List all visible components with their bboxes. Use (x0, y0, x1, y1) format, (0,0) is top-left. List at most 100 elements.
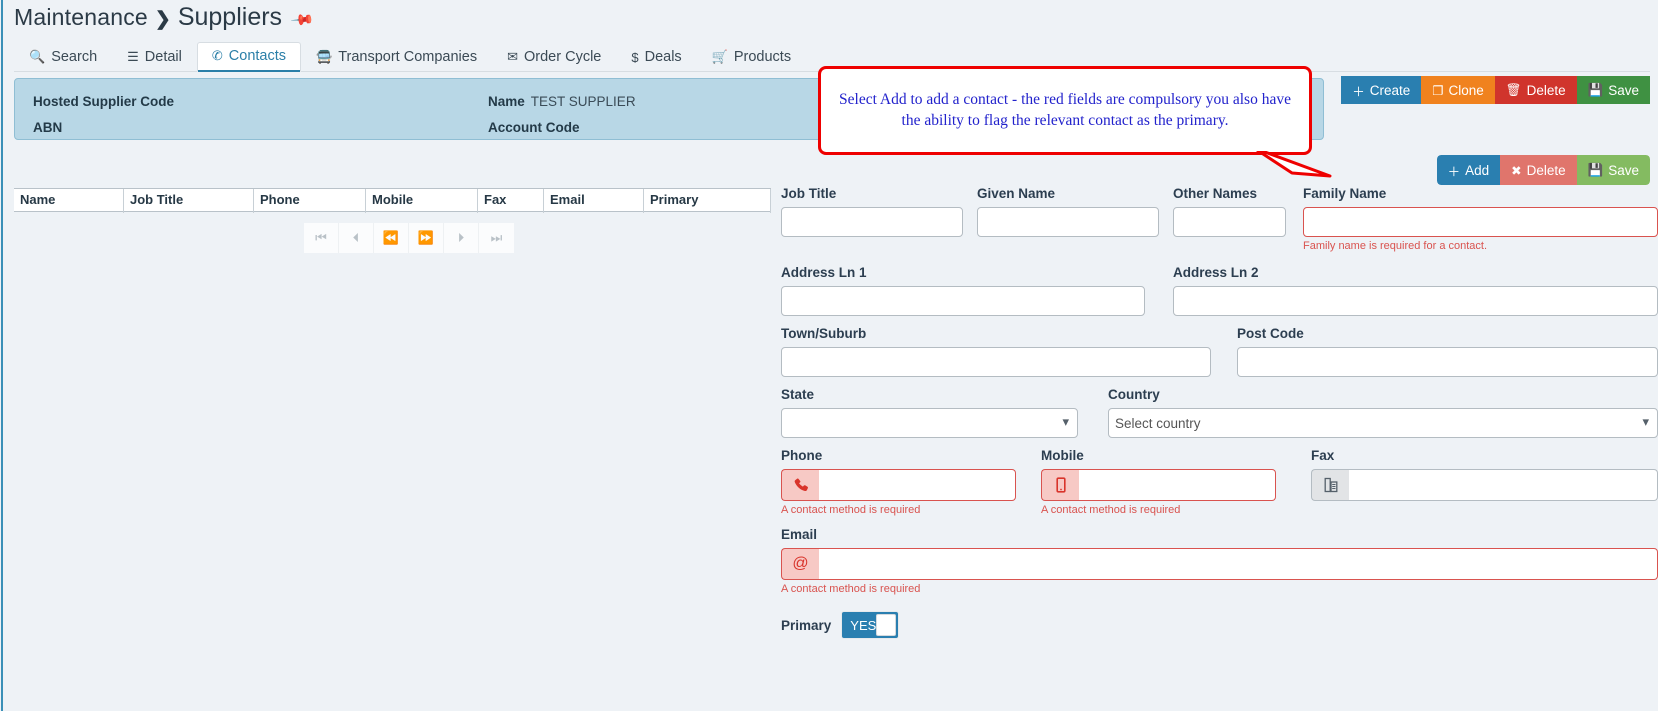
save-button[interactable]: 💾 Save (1576, 76, 1650, 104)
family-name-input[interactable] (1303, 207, 1658, 237)
tab-transport-companies[interactable]: 🚍 Transport Companies (301, 43, 492, 72)
column-header-job-title[interactable]: Job Title (124, 189, 254, 213)
tab-deals[interactable]: $ Deals (616, 43, 696, 72)
breadcrumb-parent[interactable]: Maintenance (14, 4, 148, 31)
given-name-input[interactable] (977, 207, 1159, 237)
left-accent-rail (0, 0, 4, 711)
country-select-wrap: Select country (1108, 408, 1658, 438)
post-code-input[interactable] (1237, 347, 1658, 377)
save-contact-button[interactable]: 💾 Save (1576, 155, 1650, 185)
floppy-icon: 💾 (1587, 82, 1604, 97)
tab-detail[interactable]: ☰ Detail (112, 43, 197, 72)
add-contact-button[interactable]: ＋ Add (1436, 155, 1501, 185)
primary-toggle-knob (876, 614, 897, 636)
column-header-name[interactable]: Name (14, 189, 124, 213)
form-row-primary: Primary YES (781, 611, 1658, 639)
column-header-primary[interactable]: Primary (644, 189, 771, 213)
phone-icon: ✆ (211, 48, 223, 63)
phone-input[interactable] (819, 469, 1016, 501)
primary-toggle[interactable]: YES (841, 611, 900, 639)
cart-icon: 🛒 (711, 49, 728, 64)
fax-machine-icon (1311, 469, 1349, 501)
page-title: Suppliers (177, 3, 283, 31)
job-title-label: Job Title (781, 186, 837, 201)
tab-order-cycle[interactable]: ✉ Order Cycle (492, 43, 616, 72)
column-header-email[interactable]: Email (544, 189, 644, 213)
at-icon: @ (781, 548, 819, 580)
abn-label: ABN (33, 119, 63, 135)
other-names-label: Other Names (1173, 186, 1258, 201)
contact-action-toolbar: ＋ Add ✖ Delete 💾 Save (1436, 155, 1650, 185)
hosted-supplier-code-field: Hosted Supplier Code (33, 94, 488, 109)
left-accent-line (1, 0, 3, 711)
mobile-input[interactable] (1079, 469, 1276, 501)
fast-backward-button[interactable]: ⏪ (374, 223, 409, 253)
annotation-callout: Select Add to add a contact - the red fi… (818, 66, 1312, 155)
mobile-phone-icon (1041, 469, 1079, 501)
fast-forward-button[interactable]: ⏩ (409, 223, 444, 253)
truck-icon: 🚍 (316, 49, 333, 64)
plus-icon: ＋ (1447, 164, 1461, 179)
other-names-field: Other Names (1173, 186, 1286, 237)
town-suburb-input[interactable] (781, 347, 1211, 377)
app-root: Maintenance ❯ Suppliers 📌 🔍 Search ☰ Det… (0, 0, 1658, 711)
email-error: A contact method is required (781, 583, 921, 595)
contacts-grid-pager: ⏮ ⏴ ⏪ ⏩ ⏵ ⏭ (304, 223, 514, 253)
state-select[interactable] (781, 408, 1078, 438)
job-title-input[interactable] (781, 207, 963, 237)
save-button-label: Save (1608, 82, 1639, 98)
create-button-label: Create (1369, 82, 1411, 98)
tab-contacts[interactable]: ✆ Contacts (196, 42, 302, 72)
given-name-label: Given Name (977, 186, 1056, 201)
state-label: State (781, 387, 815, 402)
save-contact-button-label: Save (1608, 162, 1639, 178)
supplier-name-label: Name (488, 93, 525, 109)
post-code-field: Post Code (1237, 326, 1658, 377)
column-header-mobile[interactable]: Mobile (366, 189, 478, 213)
country-select[interactable]: Select country (1108, 408, 1658, 438)
state-select-wrap (781, 408, 1078, 438)
delete-button[interactable]: 🗑 Delete (1494, 76, 1577, 104)
copy-icon: ❐ (1432, 83, 1444, 98)
breadcrumb: Maintenance ❯ Suppliers 📌 (14, 0, 315, 33)
phone-handset-icon (781, 469, 819, 501)
fax-input[interactable] (1349, 469, 1658, 501)
tab-search[interactable]: 🔍 Search (14, 43, 112, 72)
family-name-label: Family Name (1303, 186, 1387, 201)
delete-contact-button[interactable]: ✖ Delete (1500, 155, 1577, 185)
account-code-label: Account Code (488, 119, 580, 135)
contacts-grid-header: Name Job Title Phone Mobile Fax Email Pr… (14, 188, 771, 213)
tab-products[interactable]: 🛒 Products (697, 43, 806, 72)
first-page-button[interactable]: ⏮ (304, 223, 339, 253)
prev-page-button[interactable]: ⏴ (339, 223, 374, 253)
tab-products-label: Products (733, 49, 792, 65)
column-header-fax[interactable]: Fax (478, 189, 544, 213)
mobile-label: Mobile (1041, 448, 1084, 463)
clone-button[interactable]: ❐ Clone (1421, 76, 1495, 104)
other-names-input[interactable] (1173, 207, 1286, 237)
record-action-toolbar: ＋ Create ❐ Clone 🗑 Delete 💾 Save (1341, 76, 1650, 104)
account-code-field: Account Code (488, 120, 586, 135)
list-icon: ☰ (127, 49, 139, 64)
address-ln-1-field: Address Ln 1 (781, 265, 1145, 316)
column-header-phone[interactable]: Phone (254, 189, 366, 213)
address-ln-2-field: Address Ln 2 (1173, 265, 1658, 316)
fax-input-group (1311, 469, 1658, 501)
town-suburb-label: Town/Suburb (781, 326, 867, 341)
pin-icon[interactable]: 📌 (289, 7, 315, 33)
job-title-field: Job Title (781, 186, 963, 237)
address-ln-2-input[interactable] (1173, 286, 1658, 316)
create-button[interactable]: ＋ Create (1341, 76, 1422, 104)
email-input[interactable] (819, 548, 1658, 580)
phone-label: Phone (781, 448, 823, 463)
next-page-button[interactable]: ⏵ (444, 223, 479, 253)
hosted-supplier-code-label: Hosted Supplier Code (33, 93, 175, 109)
trash-icon: 🗑 (1505, 82, 1522, 97)
last-page-button[interactable]: ⏭ (479, 223, 514, 253)
email-input-group: @ (781, 548, 1658, 580)
primary-toggle-group: Primary YES (781, 611, 1658, 639)
address-ln-1-input[interactable] (781, 286, 1145, 316)
given-name-field: Given Name (977, 186, 1159, 237)
supplier-name-field: Name TEST SUPPLIER (488, 94, 636, 109)
tab-detail-label: Detail (144, 49, 182, 65)
